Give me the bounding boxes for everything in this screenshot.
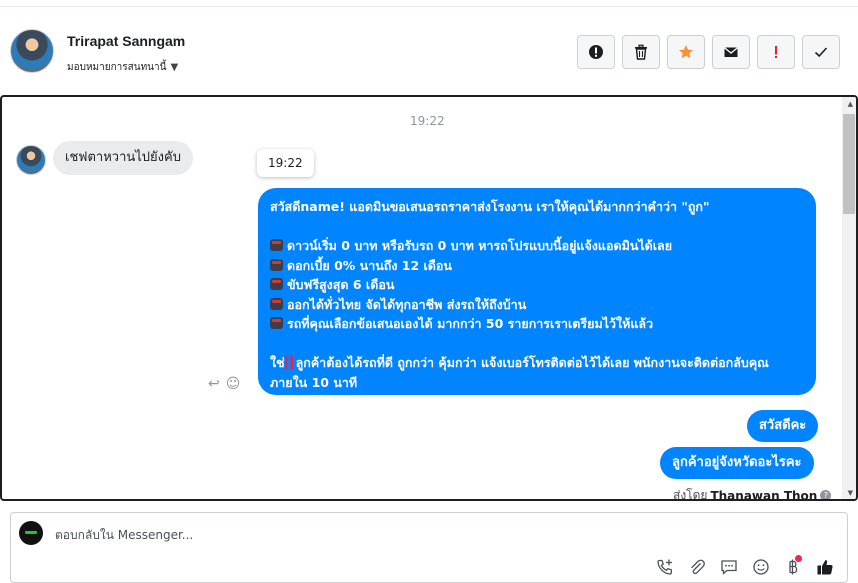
mark-spam-button[interactable]	[577, 35, 615, 69]
assign-conversation-dropdown[interactable]: มอบหมายการสนทนานี้ ▼	[67, 60, 178, 75]
calendar-emoji-icon	[270, 258, 283, 271]
incoming-message[interactable]: เชฟตาหวานไปยังคับ	[53, 141, 193, 175]
sender-avatar	[16, 145, 46, 175]
emoji-icon	[753, 559, 769, 575]
list-item: ออกได้ทั่วไทย จัดได้ทุกอาชีพ ส่งรถให้ถึง…	[270, 295, 804, 315]
reply-input[interactable]	[55, 525, 655, 545]
exclamation-icon	[775, 46, 777, 58]
notification-dot	[795, 555, 802, 562]
conversation-header: Trirapat Sanngam มอบหมายการสนทนานี้ ▼	[0, 7, 858, 95]
double-exclamation-emoji-icon	[284, 356, 294, 369]
message-thread[interactable]: ▲ ▼ 19:22 เชฟตาหวานไปยังคับ 19:22 สวัสดี…	[0, 95, 858, 501]
sent-by-name: Thanawan Thon	[710, 488, 818, 501]
composer-toolbar	[655, 555, 835, 577]
like-button[interactable]	[815, 557, 835, 577]
outgoing-message[interactable]: สวัสดีคะ	[747, 410, 819, 442]
thumbs-up-icon	[817, 560, 833, 575]
reply-composer	[10, 512, 848, 583]
delete-button[interactable]	[622, 35, 660, 69]
calendar-emoji-icon	[270, 239, 283, 251]
star-button[interactable]	[667, 35, 705, 69]
sent-by-info: ส่งโดย Thanawan Thon ?	[673, 486, 832, 501]
contact-name[interactable]: Trirapat Sanngam	[67, 33, 185, 49]
paperclip-icon	[691, 559, 705, 575]
trash-icon	[635, 44, 647, 60]
call-button[interactable]	[655, 557, 675, 577]
list-item: รถที่คุณเลือกข้อเสนอเองได้ มากกว่า 50 รา…	[270, 314, 804, 334]
payment-button[interactable]	[783, 555, 803, 577]
calendar-emoji-icon	[270, 297, 283, 310]
saved-reply-icon	[721, 560, 737, 575]
envelope-icon	[724, 47, 738, 57]
outgoing-message[interactable]: ลูกค้าอยู่จังหวัดอะไรคะ	[660, 447, 814, 479]
contact-avatar[interactable]	[10, 29, 54, 73]
scrollbar[interactable]: ▲ ▼	[842, 97, 856, 499]
react-emoji-icon[interactable]: ☺	[226, 376, 241, 392]
message-hover-actions: ↩ ☺	[208, 376, 240, 392]
scrollbar-thumb[interactable]	[843, 114, 855, 214]
message-closing: ใช่ ลูกค้าต้องได้รถที่ดี ถูกกว่า คุ้มกว่า…	[270, 355, 769, 390]
list-item: ดอกเบี้ย 0% นานถึง 12 เดือน	[270, 256, 804, 276]
calendar-emoji-icon	[270, 317, 283, 329]
phone-add-icon	[657, 559, 672, 575]
assign-label: มอบหมายการสนทนานี้	[67, 62, 167, 73]
list-item: ขับฟรีสูงสุด 6 เดือน	[270, 275, 804, 295]
alert-circle-icon	[589, 45, 603, 59]
reply-icon[interactable]: ↩	[208, 376, 220, 392]
outgoing-message-long[interactable]: สวัสดีname! แอดมินขอเสนอรถราคาส่งโรงงาน …	[258, 188, 816, 395]
follow-up-button[interactable]	[757, 35, 795, 69]
sent-by-label: ส่งโดย	[673, 488, 708, 501]
saved-replies-button[interactable]	[719, 557, 739, 577]
emoji-button[interactable]	[751, 557, 771, 577]
scroll-up-icon[interactable]: ▲	[848, 100, 853, 108]
page-avatar	[19, 521, 43, 545]
checkmark-icon	[814, 47, 828, 58]
thread-timestamp: 19:22	[410, 114, 445, 128]
calendar-emoji-icon	[270, 278, 283, 290]
message-time-tooltip: 19:22	[257, 149, 314, 177]
conversation-actions	[577, 35, 840, 69]
mark-done-button[interactable]	[802, 35, 840, 69]
scroll-down-icon[interactable]: ▼	[848, 489, 853, 497]
star-icon	[679, 45, 693, 59]
caret-down-icon: ▼	[170, 62, 179, 73]
attach-button[interactable]	[687, 557, 707, 577]
message-intro: สวัสดีname! แอดมินขอเสนอรถราคาส่งโรงงาน …	[270, 199, 710, 214]
mark-unread-button[interactable]	[712, 35, 750, 69]
question-icon[interactable]: ?	[820, 490, 832, 499]
list-item: ดาวน์เริ่ม 0 บาท หรือรับรถ 0 บาท หารถโปร…	[270, 236, 804, 256]
